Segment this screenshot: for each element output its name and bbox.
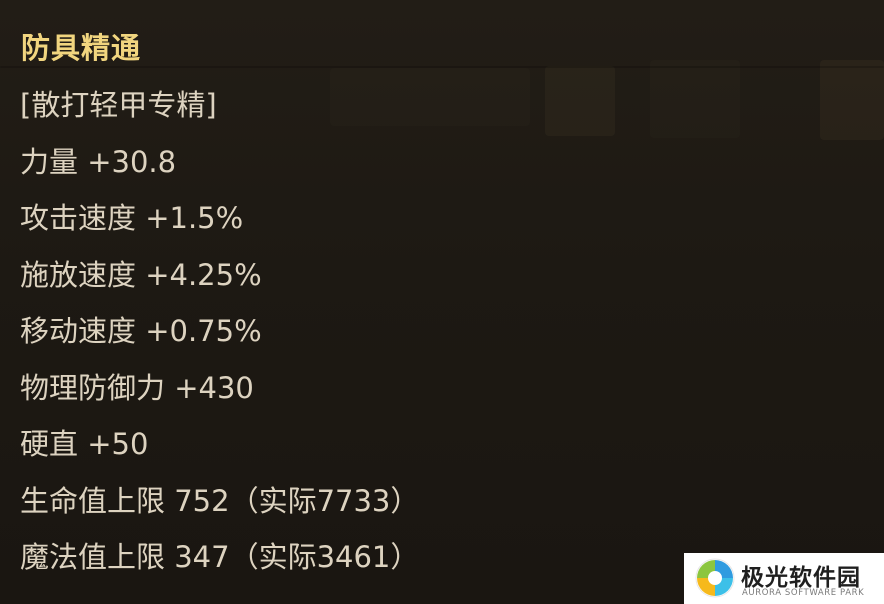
stat-line-specialization: [散打轻甲专精] (20, 88, 217, 122)
stat-line-cast-speed: 施放速度 +4.25% (20, 257, 262, 292)
background-slot (650, 60, 740, 138)
tooltip-title: 防具精通 (21, 31, 142, 65)
watermark-subtitle: AURORA SOFTWARE PARK (742, 588, 865, 598)
background-slot (545, 66, 615, 136)
stat-line-physical-defense: 物理防御力 +430 (20, 370, 254, 405)
stat-line-hit-recovery: 硬直 +50 (20, 427, 149, 461)
stat-line-max-hp: 生命值上限 752（实际7733） (20, 483, 420, 518)
stat-line-strength: 力量 +30.8 (20, 144, 177, 179)
stat-line-max-mp: 魔法值上限 347（实际3461） (20, 540, 420, 574)
stat-list: [散打轻甲专精] 力量 +30.8 攻击速度 +1.5% 施放速度 +4.25%… (20, 77, 419, 586)
aurora-logo-icon (694, 557, 736, 603)
watermark-logo: 极光软件园 AURORA SOFTWARE PARK (684, 553, 884, 604)
stat-line-attack-speed: 攻击速度 +1.5% (20, 201, 244, 235)
watermark-name: 极光软件园 (741, 565, 861, 591)
stat-line-move-speed: 移动速度 +0.75% (20, 314, 262, 348)
background-slot (820, 60, 884, 140)
item-tooltip: 防具精通 [散打轻甲专精] 力量 +30.8 攻击速度 +1.5% 施放速度 +… (0, 0, 884, 604)
